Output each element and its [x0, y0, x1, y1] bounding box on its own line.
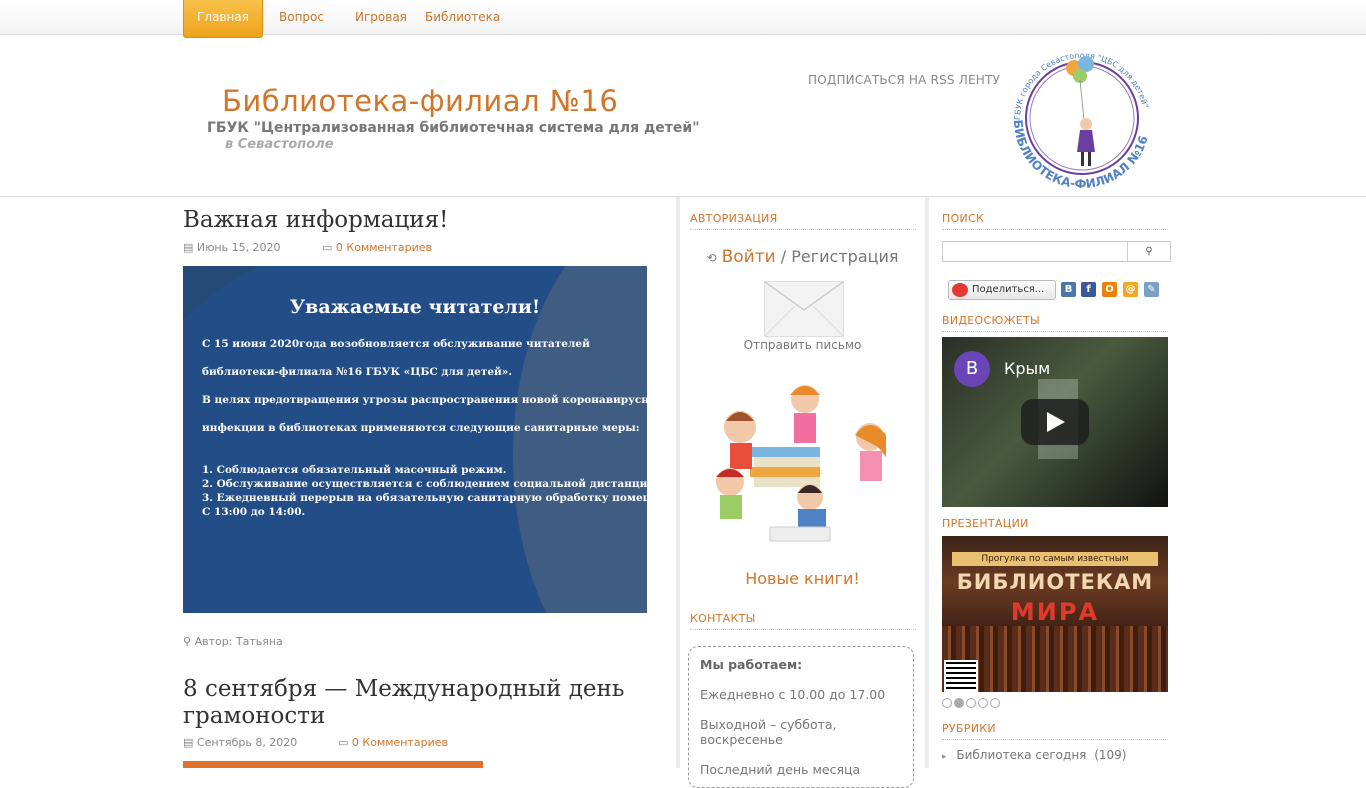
comments-link[interactable]: 0 Комментариев — [336, 241, 432, 254]
notice-line: инфекции в библиотеках применяются следу… — [202, 422, 640, 434]
post-title-line[interactable]: 8 сентября — Международный день — [183, 676, 624, 702]
contacts-hours: Ежедневно с 10.00 до 17.00 — [700, 687, 886, 702]
login-separator: / — [775, 247, 792, 266]
search-form: ⚲ — [942, 241, 1171, 262]
site-title[interactable]: Библиотека-филиал №16 — [222, 84, 618, 118]
login-block: ⟲ Войти / Регистрация — [680, 247, 925, 267]
send-letter-link[interactable]: Отправить письмо — [680, 338, 925, 352]
mailru-icon[interactable]: @ — [1123, 282, 1138, 297]
notice-line: 3. Ежедневный перерыв на обязательную са… — [202, 492, 647, 504]
slide-dot[interactable] — [978, 698, 988, 708]
slide-dot[interactable] — [966, 698, 976, 708]
nav-question[interactable]: Вопрос — [279, 0, 324, 34]
site-header: Библиотека-филиал №16 ГБУК "Централизова… — [0, 35, 1366, 197]
share-icon — [952, 283, 968, 297]
search-icon: ⚲ — [1145, 246, 1153, 257]
nav-library[interactable]: Библиотека — [425, 0, 500, 34]
comment-icon: ▭ — [338, 736, 349, 749]
auth-title: АВТОРИЗАЦИЯ — [690, 212, 778, 225]
notice-line: библиотеки-филиала №16 ГБУК «ЦБС для дет… — [202, 366, 513, 378]
calendar-icon: ▤ — [183, 241, 194, 254]
rubric-link[interactable]: Библиотека сегодня — [956, 748, 1086, 762]
rss-subscribe-link[interactable]: ПОДПИСАТЬСЯ НА RSS ЛЕНТУ — [808, 73, 1000, 87]
facebook-icon[interactable]: f — [1081, 282, 1096, 297]
children-reading-illustration[interactable] — [710, 377, 910, 557]
contacts-dayoff: воскресенье — [700, 732, 783, 747]
qr-code-icon — [944, 660, 978, 692]
calendar-icon: ▤ — [183, 736, 194, 749]
notice-line: В целях предотвращения угрозы распростра… — [202, 394, 647, 406]
post-comments: ▭ 0 Комментариев — [338, 736, 448, 749]
post-author: ⚲ Автор: Татьяна — [183, 635, 283, 648]
site-subtitle-city: в Севастополе — [225, 137, 334, 152]
presentation-slide[interactable]: Прогулка по самым известным БИБЛИОТЕКАМ … — [942, 536, 1168, 692]
notice-line: С 15 июня 2020года возобновляется обслуж… — [202, 338, 590, 350]
livejournal-icon[interactable]: ✎ — [1144, 282, 1159, 297]
contacts-heading: Мы работаем: — [700, 657, 803, 672]
rubrics-title: РУБРИКИ — [942, 722, 996, 735]
post-comments: ▭ 0 Комментариев — [322, 241, 432, 254]
login-link[interactable]: Войти — [722, 247, 776, 267]
notice-heading: Уважаемые читатели! — [289, 296, 541, 318]
notice-line: 2. Обслуживание осуществляется с соблюде… — [202, 478, 647, 490]
channel-avatar[interactable]: В — [954, 351, 990, 387]
slide-caption: Прогулка по самым известным — [952, 552, 1158, 566]
play-icon — [1047, 412, 1065, 432]
search-button[interactable]: ⚲ — [1127, 242, 1170, 261]
notice-line: 1. Соблюдается обязательный масочный реж… — [202, 464, 507, 476]
library-logo[interactable]: ГБУК города Севастополя "ЦБС для детей" … — [1000, 40, 1164, 196]
contacts-lastday: Последний день месяца — [700, 762, 861, 777]
presentations-title: ПРЕЗЕНТАЦИИ — [942, 517, 1029, 530]
nav-playroom[interactable]: Игровая — [355, 0, 407, 34]
search-title: ПОИСК — [942, 212, 985, 225]
slide-title: БИБЛИОТЕКАМ — [956, 570, 1154, 594]
post-date: Сентябрь 8, 2020 — [196, 736, 298, 749]
video-title-text[interactable]: Крым — [1004, 359, 1050, 378]
author-text: Автор: Татьяна — [194, 635, 283, 648]
slide-title: МИРА — [1010, 598, 1100, 626]
video-player[interactable]: В Крым — [942, 337, 1168, 507]
login-icon: ⟲ — [706, 251, 717, 265]
share-label: Поделиться... — [972, 284, 1045, 295]
contacts-box: Мы работаем: Ежедневно с 10.00 до 17.00 … — [688, 646, 914, 788]
comments-link[interactable]: 0 Комментариев — [352, 736, 448, 749]
contacts-dayoff: Выходной – суббота, — [700, 717, 837, 732]
post-title[interactable]: 8 сентября — Международный день грамонос… — [183, 676, 653, 730]
slide-dot-active[interactable] — [954, 698, 964, 708]
envelope-icon[interactable] — [764, 281, 844, 337]
contacts-title: КОНТАКТЫ — [690, 612, 756, 625]
new-books-link[interactable]: Новые книги! — [680, 569, 925, 588]
video-title: ВИДЕОСЮЖЕТЫ — [942, 314, 1041, 327]
user-icon: ⚲ — [183, 635, 192, 648]
share-button[interactable]: Поделиться... — [948, 280, 1056, 300]
nav-home[interactable]: Главная — [183, 0, 263, 38]
post-image[interactable] — [183, 761, 483, 768]
slide-dot[interactable] — [942, 698, 952, 708]
odnoklassniki-icon[interactable]: О — [1102, 282, 1117, 297]
search-input[interactable] — [943, 242, 1129, 259]
register-link[interactable]: Регистрация — [791, 247, 898, 266]
post-meta: ▤ Июнь 15, 2020 — [183, 241, 281, 254]
vk-icon[interactable]: В — [1061, 282, 1076, 297]
post-title[interactable]: Важная информация! — [183, 207, 448, 234]
top-navigation: Главная Вопрос Игровая Библиотека — [0, 0, 1366, 38]
notice-image[interactable]: Уважаемые читатели! С 15 июня 2020года в… — [183, 266, 647, 613]
rubric-count: (109) — [1094, 748, 1127, 762]
middle-sidebar: АВТОРИЗАЦИЯ ⟲ Войти / Регистрация Отправ… — [676, 197, 929, 788]
notice-line: С 13:00 до 14:00. — [202, 506, 306, 518]
post-date: Июнь 15, 2020 — [196, 241, 281, 254]
play-button[interactable] — [1021, 399, 1089, 445]
rubric-item[interactable]: ▸ Библиотека сегодня (109) — [942, 748, 1127, 762]
post-title-line[interactable]: грамоности — [183, 703, 325, 729]
slide-dot[interactable] — [990, 698, 1000, 708]
post-meta: ▤ Сентябрь 8, 2020 — [183, 736, 297, 749]
site-subtitle: ГБУК "Централизованная библиотечная сист… — [207, 120, 700, 136]
bullet-icon: ▸ — [942, 752, 947, 762]
comment-icon: ▭ — [322, 241, 333, 254]
